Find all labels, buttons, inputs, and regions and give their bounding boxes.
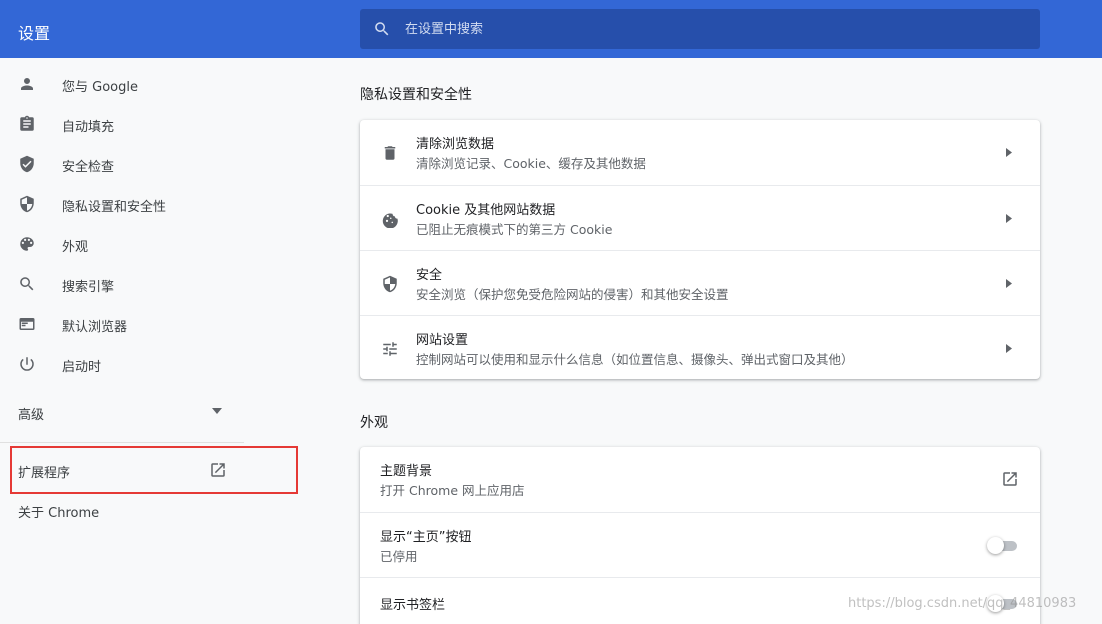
sidebar: 您与 Google 自动填充 安全检查 隐私设置和安全性 外观 搜索引擎 默认浏…: [0, 58, 300, 624]
sidebar-item-search-engine[interactable]: 搜索引擎: [0, 264, 260, 304]
site-settings-row[interactable]: 网站设置 控制网站可以使用和显示什么信息（如位置信息、摄像头、弹出式窗口及其他）: [360, 315, 1040, 379]
row-title: 显示书签栏: [380, 598, 446, 613]
sidebar-divider: [0, 442, 244, 443]
sidebar-item-label: 默认浏览器: [62, 320, 128, 335]
home-button-toggle[interactable]: [987, 537, 1017, 555]
security-row[interactable]: 安全 安全浏览（保护您免受危险网站的侵害）和其他安全设置: [360, 250, 1040, 315]
search-box[interactable]: [360, 9, 1040, 49]
sidebar-item-autofill[interactable]: 自动填充: [0, 104, 260, 144]
row-title: 安全: [416, 268, 443, 283]
sidebar-item-appearance[interactable]: 外观: [0, 224, 260, 264]
chevron-right-icon: [1006, 148, 1012, 157]
row-subtitle: 控制网站可以使用和显示什么信息（如位置信息、摄像头、弹出式窗口及其他）: [416, 352, 854, 367]
privacy-card: 清除浏览数据 清除浏览记录、Cookie、缓存及其他数据 Cookie 及其他网…: [360, 120, 1040, 379]
caret-down-icon[interactable]: [212, 408, 222, 414]
clipboard-icon: [20, 115, 34, 131]
watermark: https://blog.csdn.net/qq_44810983: [848, 596, 1077, 611]
toggle-knob: [987, 537, 1004, 554]
theme-row[interactable]: 主题背景 打开 Chrome 网上应用店: [360, 447, 1040, 512]
show-home-button-row[interactable]: 显示“主页”按钮 已停用: [360, 512, 1040, 577]
row-subtitle: 打开 Chrome 网上应用店: [380, 483, 525, 498]
sidebar-item-privacy[interactable]: 隐私设置和安全性: [0, 184, 260, 224]
row-subtitle: 已阻止无痕模式下的第三方 Cookie: [416, 222, 613, 237]
row-subtitle: 安全浏览（保护您免受危险网站的侵害）和其他安全设置: [416, 287, 729, 302]
sidebar-item-about-chrome[interactable]: 关于 Chrome: [18, 502, 99, 521]
search-input[interactable]: [405, 9, 1025, 49]
row-title: 主题背景: [380, 464, 433, 479]
row-subtitle: 已停用: [380, 549, 418, 564]
sidebar-item-you-and-google[interactable]: 您与 Google: [0, 64, 260, 104]
chevron-right-icon: [1006, 279, 1012, 288]
row-title: 网站设置: [416, 333, 469, 348]
search-icon: [375, 22, 389, 36]
sidebar-item-label: 搜索引擎: [62, 280, 115, 295]
sidebar-item-label: 外观: [62, 240, 89, 255]
search-icon: [20, 277, 34, 291]
cookie-icon: [382, 213, 398, 228]
chevron-right-icon: [1006, 344, 1012, 353]
privacy-section-title: 隐私设置和安全性: [360, 87, 472, 103]
shield-half-icon: [20, 195, 34, 213]
row-title: Cookie 及其他网站数据: [416, 203, 556, 218]
highlight-box: [10, 446, 298, 494]
shield-half-icon: [383, 275, 397, 293]
sidebar-item-on-startup[interactable]: 启动时: [0, 344, 260, 384]
open-in-new-icon[interactable]: [1001, 470, 1019, 488]
top-bar: 设置: [0, 0, 1102, 58]
row-title: 显示“主页”按钮: [380, 530, 472, 545]
sidebar-item-label: 隐私设置和安全性: [62, 200, 167, 215]
sidebar-item-label: 自动填充: [62, 120, 115, 135]
sidebar-item-safety-check[interactable]: 安全检查: [0, 144, 260, 184]
palette-icon: [20, 237, 34, 251]
sidebar-item-label: 您与 Google: [62, 80, 138, 95]
sidebar-item-label: 启动时: [62, 360, 102, 375]
page-title: 设置: [18, 24, 51, 43]
shield-check-icon: [20, 155, 34, 173]
browser-window-icon: [19, 318, 35, 330]
trash-icon: [384, 146, 396, 160]
power-icon: [20, 357, 34, 371]
sidebar-item-default-browser[interactable]: 默认浏览器: [0, 304, 260, 344]
clear-browsing-data-row[interactable]: 清除浏览数据 清除浏览记录、Cookie、缓存及其他数据: [360, 120, 1040, 185]
row-title: 清除浏览数据: [416, 137, 495, 152]
sidebar-item-label: 安全检查: [62, 160, 115, 175]
advanced-toggle[interactable]: 高级: [18, 404, 44, 423]
cookies-row[interactable]: Cookie 及其他网站数据 已阻止无痕模式下的第三方 Cookie: [360, 185, 1040, 250]
row-subtitle: 清除浏览记录、Cookie、缓存及其他数据: [416, 156, 646, 171]
person-icon: [21, 78, 33, 90]
tune-icon: [383, 342, 397, 356]
appearance-section-title: 外观: [360, 415, 388, 431]
chevron-right-icon: [1006, 214, 1012, 223]
